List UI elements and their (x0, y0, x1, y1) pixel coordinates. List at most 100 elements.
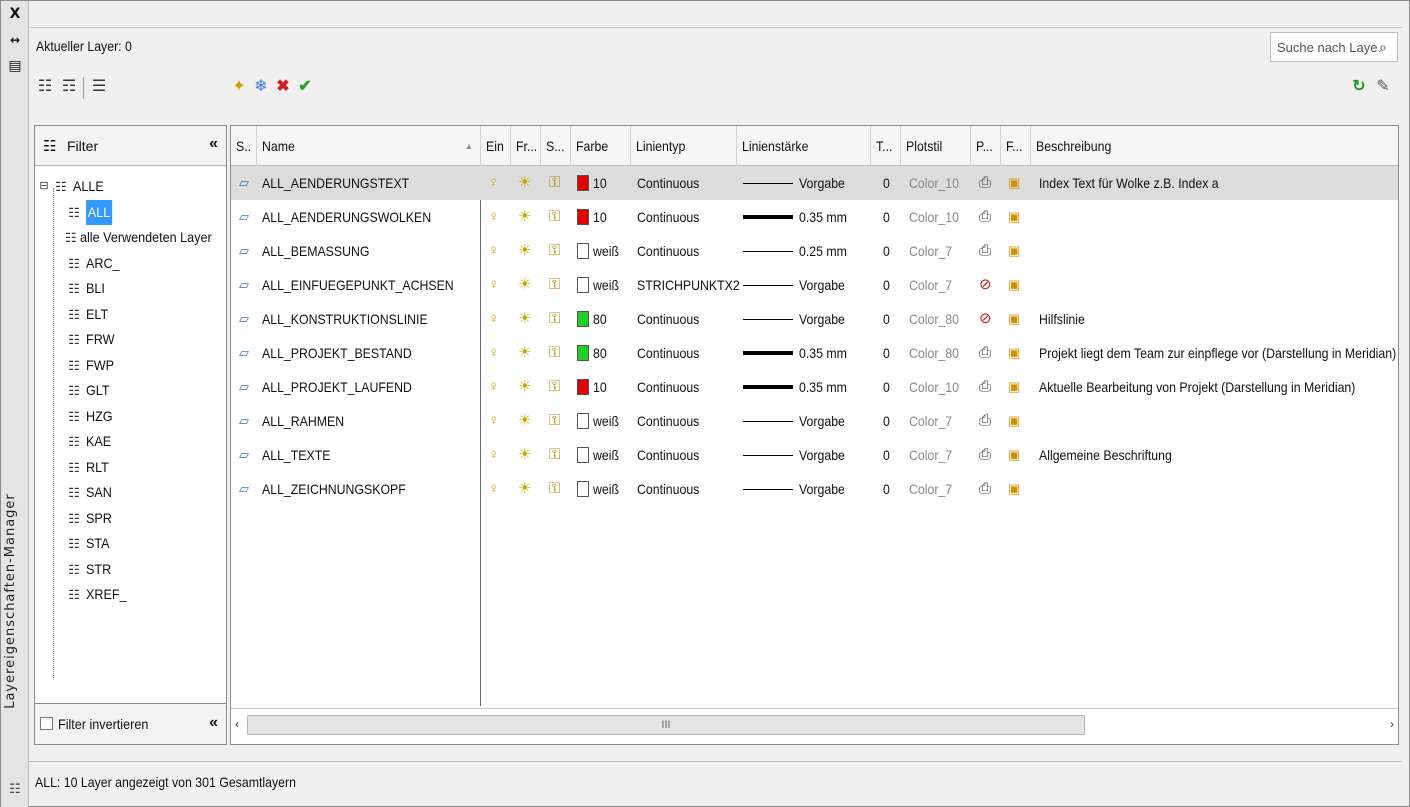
table-row[interactable]: ▱ ALL_BEMASSUNG ♀ ☀ ⚿ weiß Continuous 0.25 mm 0 C… (231, 234, 1398, 268)
layer-description[interactable]: Projekt liegt dem Team zur einpflege vor… (1039, 336, 1398, 370)
unlock-icon[interactable]: ⚿ (549, 336, 560, 370)
scroll-thumb[interactable]: III (247, 715, 1085, 735)
tree-node[interactable]: ☷ XREF_ (35, 582, 226, 608)
layer-transparency[interactable]: 0 (883, 404, 891, 438)
new-group-filter-icon[interactable]: ☶ (59, 77, 79, 97)
layer-name[interactable]: ALL_TEXTE (262, 438, 340, 472)
col-lock-header[interactable]: S... (541, 126, 571, 166)
properties-menu-icon[interactable]: ▤ (6, 57, 24, 75)
col-linetype-header[interactable]: Linientyp (631, 126, 737, 166)
col-on-header[interactable]: Ein (481, 126, 511, 166)
unlock-icon[interactable]: ⚿ (549, 472, 560, 506)
table-row[interactable]: ▱ ALL_RAHMEN ♀ ☀ ⚿ weiß Continuous Vorgabe 0 Colo… (231, 404, 1398, 438)
tree-node[interactable]: ☷ ALL (35, 199, 226, 225)
layer-transparency[interactable]: 0 (883, 302, 891, 336)
tree-node[interactable]: ☷ SPR (35, 506, 226, 532)
layer-transparency[interactable]: 0 (883, 438, 891, 472)
unlock-icon[interactable]: ⚿ (549, 268, 560, 302)
scroll-left-icon[interactable]: ‹ (235, 717, 239, 731)
col-plotstyle-header[interactable]: Plotstil (901, 126, 971, 166)
sun-icon[interactable]: ☀ (518, 370, 531, 404)
layer-color[interactable]: 10 (577, 200, 609, 234)
layer-plotstyle[interactable]: Color_7 (909, 234, 958, 268)
layer-name[interactable]: ALL_RAHMEN (262, 404, 355, 438)
new-vp-freeze-icon[interactable]: ▣ (1008, 370, 1020, 404)
lightbulb-icon[interactable]: ♀ (488, 404, 499, 438)
tree-node[interactable]: ☷ ARC_ (35, 251, 226, 277)
printer-icon[interactable]: ⎙ (979, 166, 991, 200)
autohide-icon[interactable]: ↔ (6, 31, 24, 49)
tree-node[interactable]: ☷ FRW (35, 327, 226, 353)
sun-icon[interactable]: ☀ (518, 404, 531, 438)
tree-node[interactable]: ☷ KAE (35, 429, 226, 455)
table-row[interactable]: ▱ ALL_EINFUEGEPUNKT_ACHSEN ♀ ☀ ⚿ weiß STRICHPU… (231, 268, 1398, 302)
col-newvpfreeze-header[interactable]: F... (1001, 126, 1031, 166)
layer-linetype[interactable]: Continuous (637, 302, 708, 336)
layer-transparency[interactable]: 0 (883, 166, 891, 200)
lightbulb-icon[interactable]: ♀ (488, 268, 499, 302)
layer-plotstyle[interactable]: Color_80 (909, 302, 966, 336)
new-vp-freeze-icon[interactable]: ▣ (1008, 234, 1020, 268)
layer-linetype[interactable]: Continuous (637, 336, 708, 370)
printer-icon[interactable]: ⎙ (979, 234, 991, 268)
table-row[interactable]: ▱ ALL_TEXTE ♀ ☀ ⚿ weiß Continuous Vorgabe 0 Color… (231, 438, 1398, 472)
refresh-icon[interactable]: ↻ (1349, 77, 1369, 97)
layer-plotstyle[interactable]: Color_7 (909, 404, 958, 438)
unlock-icon[interactable]: ⚿ (549, 200, 560, 234)
sun-icon[interactable]: ☀ (518, 302, 531, 336)
lightbulb-icon[interactable]: ♀ (488, 438, 499, 472)
printer-icon[interactable]: ⎙ (979, 404, 991, 438)
layer-color[interactable]: 10 (577, 166, 609, 200)
new-layer-vp-frozen-icon[interactable]: ❄ (251, 77, 271, 97)
layer-transparency[interactable]: 0 (883, 268, 891, 302)
unlock-icon[interactable]: ⚿ (549, 438, 560, 472)
expand-minus-icon[interactable]: ⊟ (39, 174, 49, 200)
tree-node[interactable]: ☷ BLI (35, 276, 226, 302)
sun-icon[interactable]: ☀ (518, 438, 531, 472)
layer-plotstyle[interactable]: Color_10 (909, 200, 966, 234)
lightbulb-icon[interactable]: ♀ (488, 370, 499, 404)
layer-lineweight[interactable]: Vorgabe (743, 472, 851, 506)
layer-transparency[interactable]: 0 (883, 200, 891, 234)
horizontal-scrollbar[interactable]: ‹ III › (231, 708, 1398, 744)
settings-icon[interactable]: ✎ (1373, 77, 1393, 97)
layer-description[interactable]: Hilfslinie (1039, 302, 1091, 336)
layer-name[interactable]: ALL_BEMASSUNG (262, 234, 384, 268)
new-vp-freeze-icon[interactable]: ▣ (1008, 302, 1020, 336)
layer-name[interactable]: ALL_AENDERUNGSWOLKEN (262, 200, 454, 234)
sun-icon[interactable]: ☀ (518, 472, 531, 506)
table-row[interactable]: ▱ ALL_ZEICHNUNGSKOPF ♀ ☀ ⚿ weiß Continuous Vorg… (231, 472, 1398, 506)
layer-description[interactable]: Index Text für Wolke z.B. Index a (1039, 166, 1243, 200)
tree-node[interactable]: ☷ HZG (35, 404, 226, 430)
new-vp-freeze-icon[interactable]: ▣ (1008, 404, 1020, 438)
layer-lineweight[interactable]: Vorgabe (743, 302, 851, 336)
printer-icon[interactable]: ⎙ (979, 370, 991, 404)
layer-lineweight[interactable]: 0.35 mm (743, 370, 853, 404)
lightbulb-icon[interactable]: ♀ (488, 200, 499, 234)
new-vp-freeze-icon[interactable]: ▣ (1008, 268, 1020, 302)
no-plot-printer-icon[interactable]: ⊘ (979, 302, 992, 336)
layer-description[interactable]: Aktuelle Bearbeitung von Projekt (Darste… (1039, 370, 1398, 404)
collapse-panel-icon[interactable]: « (209, 714, 218, 732)
scroll-right-icon[interactable]: › (1390, 717, 1394, 731)
table-row[interactable]: ▱ ALL_AENDERUNGSWOLKEN ♀ ☀ ⚿ 10 Continuous 0.35… (231, 200, 1398, 234)
col-plot-header[interactable]: P... (971, 126, 1001, 166)
layer-linetype[interactable]: Continuous (637, 472, 708, 506)
tree-node[interactable]: ☷ ELT (35, 302, 226, 328)
table-row[interactable]: ▱ ALL_AENDERUNGSTEXT ♀ ☀ ⚿ 10 Continuous Vorgab… (231, 166, 1398, 200)
lightbulb-icon[interactable]: ♀ (488, 234, 499, 268)
layer-linetype[interactable]: Continuous (637, 166, 708, 200)
delete-layer-icon[interactable]: ✖ (273, 77, 293, 97)
invert-filter-label[interactable]: Filter invertieren (58, 716, 148, 732)
tree-root-alle[interactable]: ⊟ ☷ ALLE (35, 174, 226, 200)
close-icon[interactable]: X (6, 5, 24, 23)
layer-states-manager-icon[interactable]: ☰ (89, 77, 109, 97)
collapse-filter-icon[interactable]: « (209, 135, 218, 153)
tree-node[interactable]: ☷ SAN (35, 480, 226, 506)
layer-lineweight[interactable]: 0.35 mm (743, 200, 853, 234)
layer-plotstyle[interactable]: Color_7 (909, 268, 958, 302)
unlock-icon[interactable]: ⚿ (549, 370, 560, 404)
unlock-icon[interactable]: ⚿ (549, 166, 560, 200)
lightbulb-icon[interactable]: ♀ (488, 166, 499, 200)
table-row[interactable]: ▱ ALL_PROJEKT_LAUFEND ♀ ☀ ⚿ 10 Continuous 0.35 … (231, 370, 1398, 404)
